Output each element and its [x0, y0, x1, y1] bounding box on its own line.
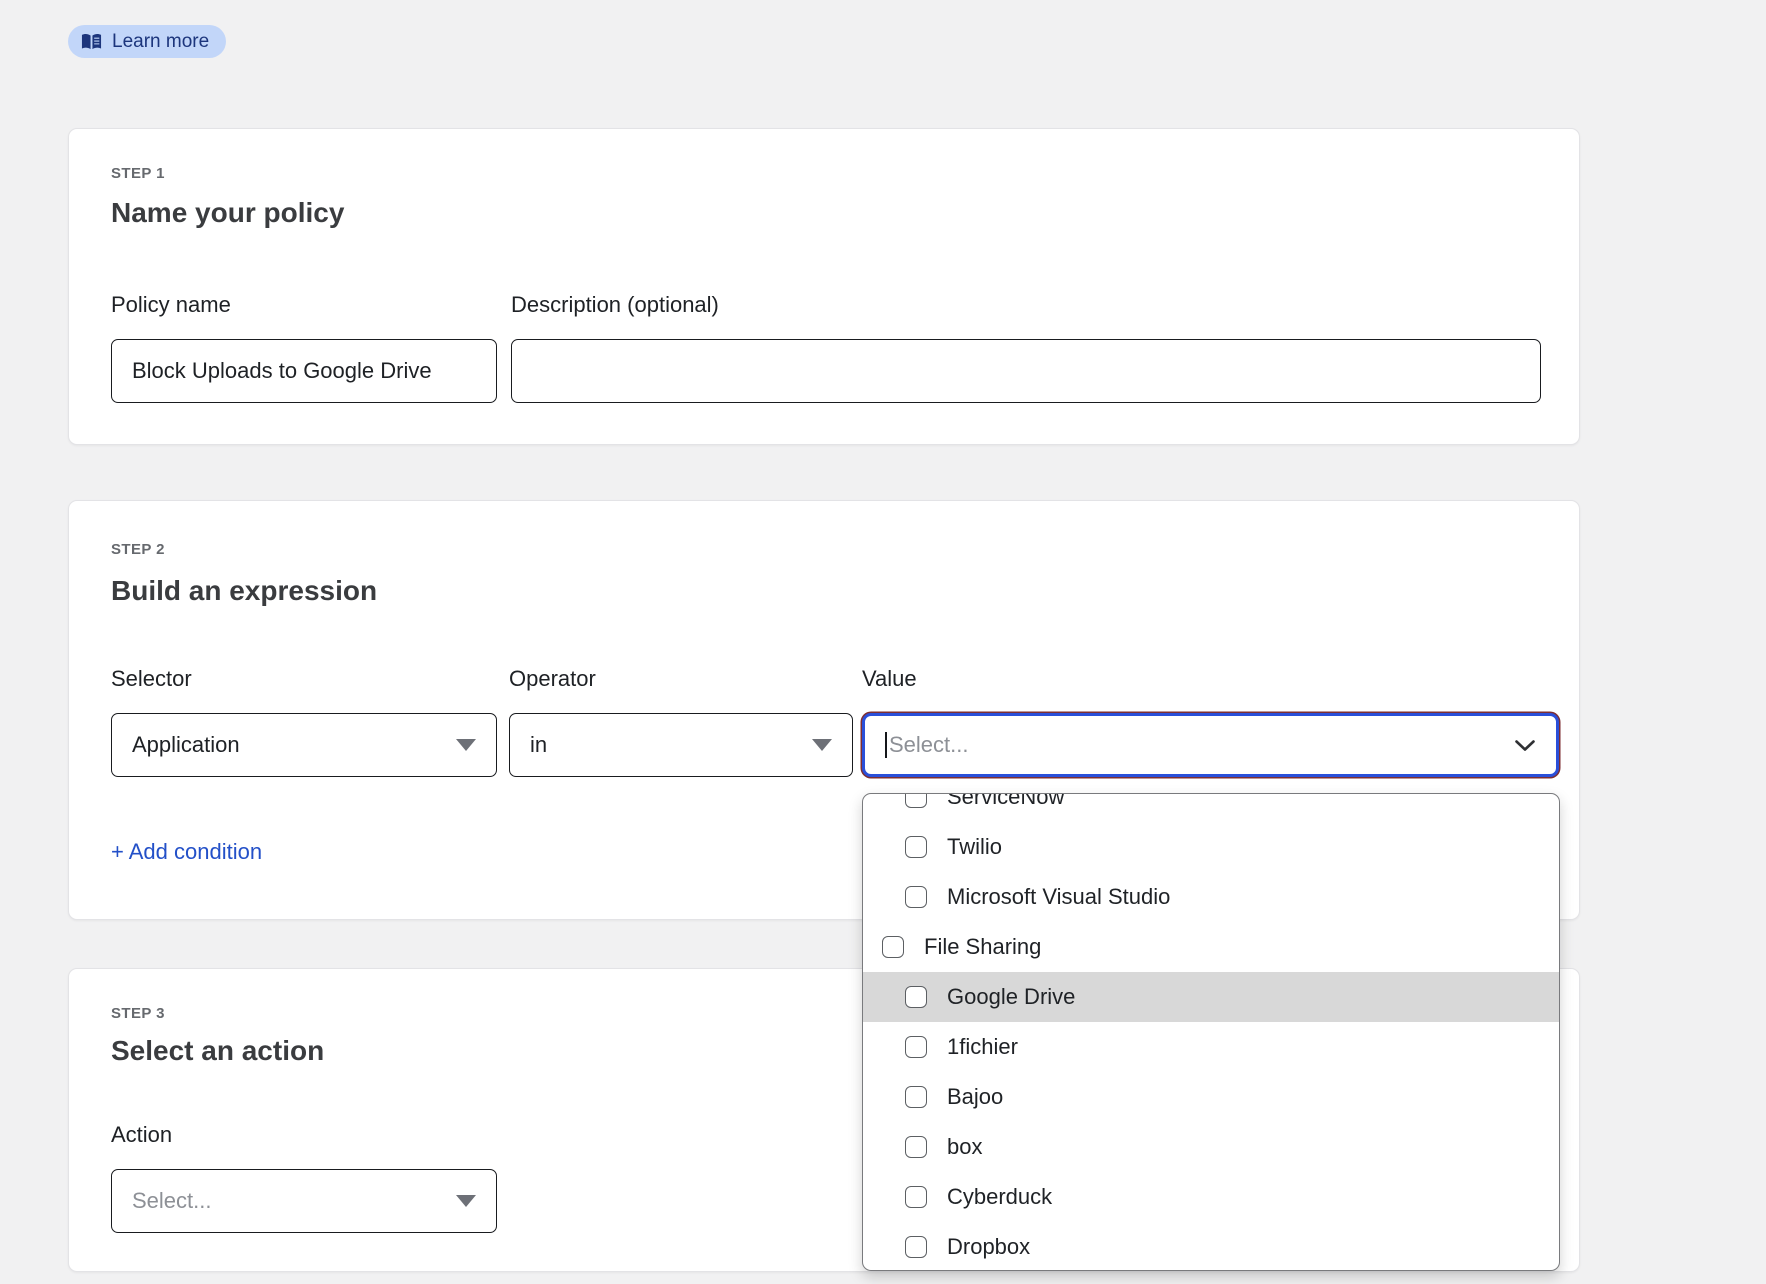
dropdown-option-1fichier[interactable]: 1fichier: [863, 1022, 1559, 1072]
checkbox-icon[interactable]: [905, 1186, 927, 1208]
triangle-down-icon: [456, 739, 476, 751]
value-label: Value: [862, 667, 1559, 691]
checkbox-icon[interactable]: [905, 836, 927, 858]
dropdown-option-bajoo[interactable]: Bajoo: [863, 1072, 1559, 1122]
dropdown-option-label: File Sharing: [924, 934, 1041, 960]
dropdown-option-label: Dropbox: [947, 1234, 1030, 1260]
dropdown-option-label: Google Drive: [947, 984, 1075, 1010]
dropdown-option-label: 1fichier: [947, 1034, 1018, 1060]
triangle-down-icon: [456, 1195, 476, 1207]
dropdown-option-label: ServiceNow: [947, 793, 1064, 810]
policy-name-input[interactable]: [111, 339, 497, 403]
dropdown-option-twilio[interactable]: Twilio: [863, 822, 1559, 872]
dropdown-option-dropbox[interactable]: Dropbox: [863, 1222, 1559, 1271]
checkbox-icon[interactable]: [905, 1036, 927, 1058]
chevron-down-icon[interactable]: [1514, 739, 1536, 752]
policy-name-label: Policy name: [111, 293, 497, 317]
policy-name-field: Policy name: [111, 293, 497, 403]
checkbox-icon[interactable]: [905, 1236, 927, 1258]
action-field: Action Select...: [111, 1123, 497, 1233]
value-dropdown-menu: ServiceNow Twilio Microsoft Visual Studio F…: [862, 793, 1560, 1271]
checkbox-icon[interactable]: [882, 936, 904, 958]
checkbox-icon[interactable]: [905, 986, 927, 1008]
dropdown-option-servicenow[interactable]: ServiceNow: [863, 793, 1559, 822]
dropdown-option-label: Microsoft Visual Studio: [947, 884, 1170, 910]
action-dropdown[interactable]: Select...: [111, 1169, 497, 1233]
operator-value: in: [530, 732, 547, 758]
dropdown-option-label: Bajoo: [947, 1084, 1003, 1110]
dropdown-option-microsoft-visual-studio[interactable]: Microsoft Visual Studio: [863, 872, 1559, 922]
operator-field: Operator in: [509, 667, 853, 777]
description-label: Description (optional): [511, 293, 1541, 317]
step1-step-label: STEP 1: [111, 165, 165, 182]
step3-step-label: STEP 3: [111, 1005, 165, 1022]
dropdown-option-box[interactable]: box: [863, 1122, 1559, 1172]
step1-title: Name your policy: [111, 197, 344, 229]
action-label: Action: [111, 1123, 497, 1147]
dropdown-option-google-drive[interactable]: Google Drive: [863, 972, 1559, 1022]
text-cursor: [885, 732, 887, 758]
dropdown-option-label: Cyberduck: [947, 1184, 1052, 1210]
triangle-down-icon: [812, 739, 832, 751]
step2-step-label: STEP 2: [111, 541, 165, 558]
action-placeholder: Select...: [132, 1188, 211, 1214]
description-input[interactable]: [511, 339, 1541, 403]
dropdown-option-label: Twilio: [947, 834, 1002, 860]
learn-more-label: Learn more: [112, 31, 209, 53]
step2-title: Build an expression: [111, 575, 377, 607]
add-condition-link[interactable]: + Add condition: [111, 839, 262, 865]
checkbox-icon[interactable]: [905, 1086, 927, 1108]
selector-dropdown[interactable]: Application: [111, 713, 497, 777]
step3-title: Select an action: [111, 1035, 324, 1067]
dropdown-option-file-sharing[interactable]: File Sharing: [863, 922, 1559, 972]
dropdown-option-label: box: [947, 1134, 982, 1160]
checkbox-icon[interactable]: [905, 793, 927, 808]
checkbox-icon[interactable]: [905, 886, 927, 908]
value-multiselect-input[interactable]: Select...: [862, 713, 1559, 777]
selector-label: Selector: [111, 667, 497, 691]
learn-more-button[interactable]: Learn more: [68, 25, 226, 58]
dropdown-option-cyberduck[interactable]: Cyberduck: [863, 1172, 1559, 1222]
selector-value: Application: [132, 732, 240, 758]
selector-field: Selector Application: [111, 667, 497, 777]
checkbox-icon[interactable]: [905, 1136, 927, 1158]
value-placeholder: Select...: [889, 732, 1514, 758]
step1-card: STEP 1 Name your policy Policy name Desc…: [68, 128, 1580, 445]
operator-label: Operator: [509, 667, 853, 691]
description-field: Description (optional): [511, 293, 1541, 403]
book-icon: [81, 33, 102, 51]
policy-builder-page: Learn more STEP 1 Name your policy Polic…: [0, 0, 1766, 1284]
operator-dropdown[interactable]: in: [509, 713, 853, 777]
value-field: Value Select...: [862, 667, 1559, 777]
